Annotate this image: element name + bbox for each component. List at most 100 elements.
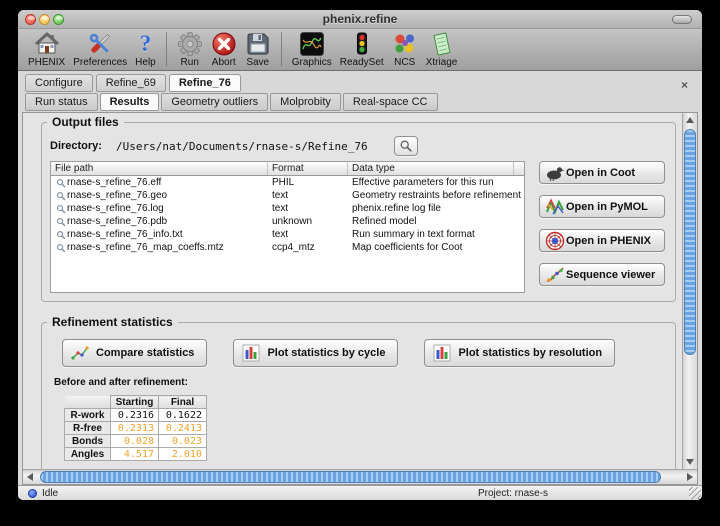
stat-starting-value: 0.028 bbox=[111, 435, 159, 448]
stat-final-value: 0.023 bbox=[159, 435, 207, 448]
tab-molprobity[interactable]: Molprobity bbox=[270, 93, 341, 111]
toolbar-graphics-label: Graphics bbox=[292, 57, 332, 69]
table-header-row[interactable]: File path Format Data type bbox=[51, 162, 524, 176]
toolbar-xtriage-button[interactable]: Xtriage bbox=[422, 30, 462, 70]
toolbar-phenix-button[interactable]: PHENIX bbox=[24, 30, 69, 70]
pymol-ribbon-icon bbox=[544, 198, 566, 216]
toolbar-readyset-button[interactable]: ReadySet bbox=[336, 30, 388, 70]
abort-x-icon bbox=[211, 31, 237, 57]
horizontal-scroll-track[interactable] bbox=[37, 470, 683, 484]
stats-header-row: Starting Final bbox=[65, 396, 207, 409]
stat-starting-value: 0.2313 bbox=[111, 422, 159, 435]
bar-chart-icon bbox=[242, 344, 260, 362]
sub-tab-row: Run status Results Geometry outliers Mol… bbox=[25, 93, 702, 111]
refinement-statistics-groupbox: Refinement statistics bbox=[41, 322, 676, 469]
scroll-left-button[interactable] bbox=[23, 470, 37, 484]
file-row[interactable]: rnase-s_refine_76.geo text Geometry rest… bbox=[51, 189, 524, 202]
toolbar-phenix-label: PHENIX bbox=[28, 57, 65, 69]
compare-statistics-button[interactable]: Compare statistics bbox=[62, 339, 207, 367]
vertical-scroll-thumb[interactable] bbox=[684, 129, 696, 355]
toolbar-preferences-button[interactable]: Preferences bbox=[69, 30, 131, 70]
vertical-scrollbar[interactable] bbox=[682, 113, 697, 469]
search-icon bbox=[399, 139, 413, 153]
toolbar-help-label: Help bbox=[135, 57, 156, 69]
tab-refine-69[interactable]: Refine_69 bbox=[96, 74, 166, 92]
plot-statistics-by-resolution-button[interactable]: Plot statistics by resolution bbox=[424, 339, 615, 367]
toolbar-graphics-button[interactable]: Graphics bbox=[288, 30, 336, 70]
open-in-coot-button[interactable]: Open in Coot bbox=[539, 161, 665, 184]
horizontal-scroll-thumb[interactable] bbox=[40, 471, 661, 483]
tab-configure[interactable]: Configure bbox=[25, 74, 93, 92]
magnifier-icon bbox=[54, 217, 67, 227]
before-after-table: Starting Final R-work 0.2316 0.1622 R-fr… bbox=[64, 395, 207, 461]
tab-results[interactable]: Results bbox=[100, 93, 160, 111]
magnifier-icon bbox=[54, 178, 67, 188]
scroll-down-button[interactable] bbox=[683, 455, 697, 469]
resize-grip[interactable] bbox=[689, 487, 701, 499]
plot-statistics-by-cycle-button[interactable]: Plot statistics by cycle bbox=[233, 339, 398, 367]
file-row[interactable]: rnase-s_refine_76.pdb unknown Refined mo… bbox=[51, 215, 524, 228]
close-tab-button[interactable]: × bbox=[681, 76, 692, 87]
toolbar-save-button[interactable]: Save bbox=[241, 30, 275, 70]
tab-run-status[interactable]: Run status bbox=[25, 93, 98, 111]
toolbar-separator bbox=[166, 32, 167, 66]
toolbar-abort-button[interactable]: Abort bbox=[207, 30, 241, 70]
scroll-right-button[interactable] bbox=[683, 470, 697, 484]
scroll-up-button[interactable] bbox=[683, 113, 697, 127]
stats-col-starting: Starting bbox=[111, 396, 159, 409]
column-header-file-path[interactable]: File path bbox=[51, 162, 268, 175]
file-row[interactable]: rnase-s_refine_76_info.txt text Run summ… bbox=[51, 228, 524, 241]
toolbar-ncs-button[interactable]: NCS bbox=[388, 30, 422, 70]
tab-real-space-cc[interactable]: Real-space CC bbox=[343, 93, 438, 111]
file-data-type: Refined model bbox=[348, 216, 524, 227]
toolbar-separator bbox=[281, 32, 282, 66]
help-icon: ? bbox=[140, 31, 152, 57]
column-header-filler bbox=[514, 162, 524, 175]
coot-bird-icon bbox=[544, 165, 566, 181]
toolbar-ncs-label: NCS bbox=[394, 57, 415, 69]
toolbar-run-button[interactable]: Run bbox=[173, 30, 207, 70]
phenix-logo-icon bbox=[544, 231, 566, 251]
sequence-viewer-button[interactable]: Sequence viewer bbox=[539, 263, 665, 286]
open-in-pymol-button[interactable]: Open in PyMOL bbox=[539, 195, 665, 218]
status-bar: Idle Project: rnase-s bbox=[18, 485, 702, 500]
electron-density-icon bbox=[299, 31, 325, 57]
output-files-table: File path Format Data type bbox=[50, 161, 525, 293]
tab-geometry-outliers[interactable]: Geometry outliers bbox=[161, 93, 268, 111]
file-row[interactable]: rnase-s_refine_76.eff PHIL Effective par… bbox=[51, 176, 524, 189]
home-icon bbox=[34, 31, 60, 57]
browse-directory-button[interactable] bbox=[394, 136, 418, 156]
right-arrow-icon bbox=[687, 473, 693, 481]
zoom-window-button[interactable] bbox=[53, 14, 64, 25]
plot-by-cycle-label: Plot statistics by cycle bbox=[267, 347, 385, 359]
title-bar[interactable]: phenix.refine bbox=[18, 10, 702, 29]
column-header-data-type[interactable]: Data type bbox=[348, 162, 514, 175]
file-actions: Open in Coot bbox=[539, 161, 665, 297]
stat-starting-value: 4.517 bbox=[111, 448, 159, 461]
magnifier-icon bbox=[54, 243, 67, 253]
file-row[interactable]: rnase-s_refine_76.log text phenix.refine… bbox=[51, 202, 524, 215]
file-data-type: Geometry restraints before refinement bbox=[348, 190, 524, 201]
file-name: rnase-s_refine_76.log bbox=[67, 203, 164, 214]
refinement-statistics-heading: Refinement statistics bbox=[47, 315, 178, 329]
stat-label: R-work bbox=[65, 409, 111, 422]
crystal-sheet-icon bbox=[429, 31, 455, 57]
vertical-scroll-track[interactable] bbox=[683, 127, 697, 455]
open-in-pymol-label: Open in PyMOL bbox=[566, 201, 648, 213]
minimize-window-button[interactable] bbox=[39, 14, 50, 25]
stat-final-value: 0.1622 bbox=[159, 409, 207, 422]
horizontal-scrollbar[interactable] bbox=[23, 469, 697, 484]
tab-refine-76[interactable]: Refine_76 bbox=[169, 74, 241, 92]
traffic-light-icon bbox=[349, 31, 375, 57]
status-text: Idle bbox=[42, 488, 58, 499]
toolbar-help-button[interactable]: ? Help bbox=[131, 30, 160, 70]
open-in-phenix-button[interactable]: Open in PHENIX bbox=[539, 229, 665, 252]
results-panel: Output files Directory: /Users/nat/Docum… bbox=[23, 113, 682, 469]
column-header-format[interactable]: Format bbox=[268, 162, 348, 175]
file-data-type: phenix.refine log file bbox=[348, 203, 524, 214]
magnifier-icon bbox=[54, 191, 67, 201]
magnifier-icon bbox=[54, 204, 67, 214]
file-row[interactable]: rnase-s_refine_76_map_coeffs.mtz ccp4_mt… bbox=[51, 241, 524, 254]
toolbar-toggle-button[interactable] bbox=[672, 15, 692, 24]
close-window-button[interactable] bbox=[25, 14, 36, 25]
